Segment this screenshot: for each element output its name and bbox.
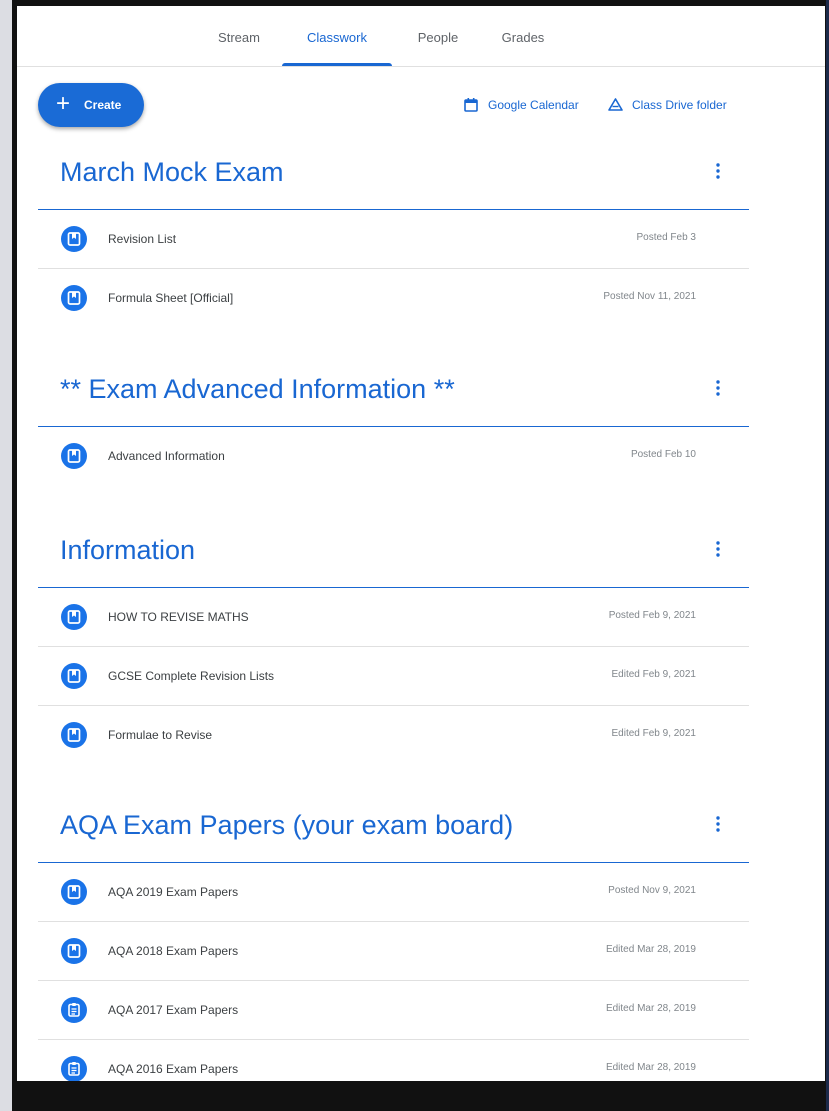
material-row[interactable]: GCSE Complete Revision Lists Edited Feb … bbox=[38, 647, 749, 706]
topic-header: March Mock Exam bbox=[38, 149, 749, 210]
topic-title: March Mock Exam bbox=[60, 157, 284, 187]
assignment-row[interactable]: AQA 2017 Exam Papers Edited Mar 28, 2019 bbox=[38, 981, 749, 1040]
calendar-icon bbox=[464, 98, 478, 112]
material-icon bbox=[61, 663, 87, 689]
topic-march-mock-exam: March Mock Exam Revision List Posted Feb… bbox=[38, 149, 749, 327]
tab-stream[interactable]: Stream bbox=[207, 6, 271, 66]
row-title: Advanced Information bbox=[108, 449, 225, 463]
assignment-icon bbox=[61, 1056, 87, 1081]
material-row[interactable]: AQA 2018 Exam Papers Edited Mar 28, 2019 bbox=[38, 922, 749, 981]
row-date: Edited Mar 28, 2019 bbox=[605, 944, 696, 955]
row-date: Edited Mar 28, 2019 bbox=[605, 1003, 696, 1014]
tab-classwork[interactable]: Classwork bbox=[282, 6, 392, 66]
topic-aqa-exam-papers: AQA Exam Papers (your exam board) AQA 20… bbox=[38, 802, 749, 1081]
topic-information: Information HOW TO REVISE MATHS Posted F… bbox=[38, 527, 749, 764]
material-row[interactable]: Formula Sheet [Official] Posted Nov 11, … bbox=[38, 269, 749, 327]
topic-exam-advanced-information: ** Exam Advanced Information ** Advanced… bbox=[38, 366, 749, 485]
row-date: Posted Feb 3 bbox=[636, 232, 696, 243]
more-vert-icon[interactable] bbox=[711, 378, 725, 398]
topic-header: Information bbox=[38, 527, 749, 588]
google-calendar-link[interactable]: Google Calendar bbox=[463, 96, 598, 116]
row-date: Posted Feb 9, 2021 bbox=[608, 610, 696, 621]
material-row[interactable]: Advanced Information Posted Feb 10 bbox=[38, 427, 749, 485]
topic-header: AQA Exam Papers (your exam board) bbox=[38, 802, 749, 863]
row-date: Edited Feb 9, 2021 bbox=[611, 669, 696, 680]
material-icon bbox=[61, 879, 87, 905]
row-date: Posted Feb 10 bbox=[630, 449, 696, 460]
google-calendar-label: Google Calendar bbox=[488, 98, 579, 112]
row-title: Formulae to Revise bbox=[108, 728, 213, 742]
topic-title: ** Exam Advanced Information ** bbox=[60, 374, 455, 404]
classwork-page: Stream Classwork People Grades + Create … bbox=[17, 6, 825, 1081]
row-title: AQA 2016 Exam Papers bbox=[108, 1062, 239, 1076]
tab-grades[interactable]: Grades bbox=[493, 6, 553, 66]
row-date: Edited Mar 28, 2019 bbox=[605, 1062, 696, 1073]
topic-header: ** Exam Advanced Information ** bbox=[38, 366, 749, 427]
class-drive-folder-link[interactable]: Class Drive folder bbox=[607, 96, 747, 116]
material-row[interactable]: HOW TO REVISE MATHS Posted Feb 9, 2021 bbox=[38, 588, 749, 647]
more-vert-icon[interactable] bbox=[711, 161, 725, 181]
more-vert-icon[interactable] bbox=[711, 814, 725, 834]
assignment-icon bbox=[61, 997, 87, 1023]
top-nav: Stream Classwork People Grades bbox=[17, 6, 825, 67]
topic-title: Information bbox=[60, 535, 196, 565]
tab-people[interactable]: People bbox=[407, 6, 469, 66]
class-drive-folder-label: Class Drive folder bbox=[632, 98, 727, 112]
row-title: AQA 2019 Exam Papers bbox=[108, 885, 239, 899]
row-title: AQA 2017 Exam Papers bbox=[108, 1003, 239, 1017]
more-vert-icon[interactable] bbox=[711, 539, 725, 559]
plus-icon: + bbox=[56, 90, 71, 117]
material-row[interactable]: Formulae to Revise Edited Feb 9, 2021 bbox=[38, 706, 749, 764]
material-row[interactable]: Revision List Posted Feb 3 bbox=[38, 210, 749, 269]
material-icon bbox=[61, 226, 87, 252]
row-title: Revision List bbox=[108, 232, 177, 246]
create-button-label: Create bbox=[84, 98, 122, 112]
drive-icon bbox=[608, 98, 623, 111]
row-title: HOW TO REVISE MATHS bbox=[108, 610, 249, 624]
assignment-row[interactable]: AQA 2016 Exam Papers Edited Mar 28, 2019 bbox=[38, 1040, 749, 1081]
topic-title: AQA Exam Papers (your exam board) bbox=[60, 810, 514, 840]
create-button[interactable]: + Create bbox=[38, 83, 144, 127]
row-title: Formula Sheet [Official] bbox=[108, 291, 234, 305]
row-title: AQA 2018 Exam Papers bbox=[108, 944, 239, 958]
material-icon bbox=[61, 938, 87, 964]
material-icon bbox=[61, 722, 87, 748]
material-icon bbox=[61, 285, 87, 311]
row-date: Posted Nov 9, 2021 bbox=[608, 885, 696, 896]
material-icon bbox=[61, 443, 87, 469]
material-icon bbox=[61, 604, 87, 630]
row-title: GCSE Complete Revision Lists bbox=[108, 669, 275, 683]
row-date: Edited Feb 9, 2021 bbox=[611, 728, 696, 739]
row-date: Posted Nov 11, 2021 bbox=[603, 291, 696, 302]
material-row[interactable]: AQA 2019 Exam Papers Posted Nov 9, 2021 bbox=[38, 863, 749, 922]
